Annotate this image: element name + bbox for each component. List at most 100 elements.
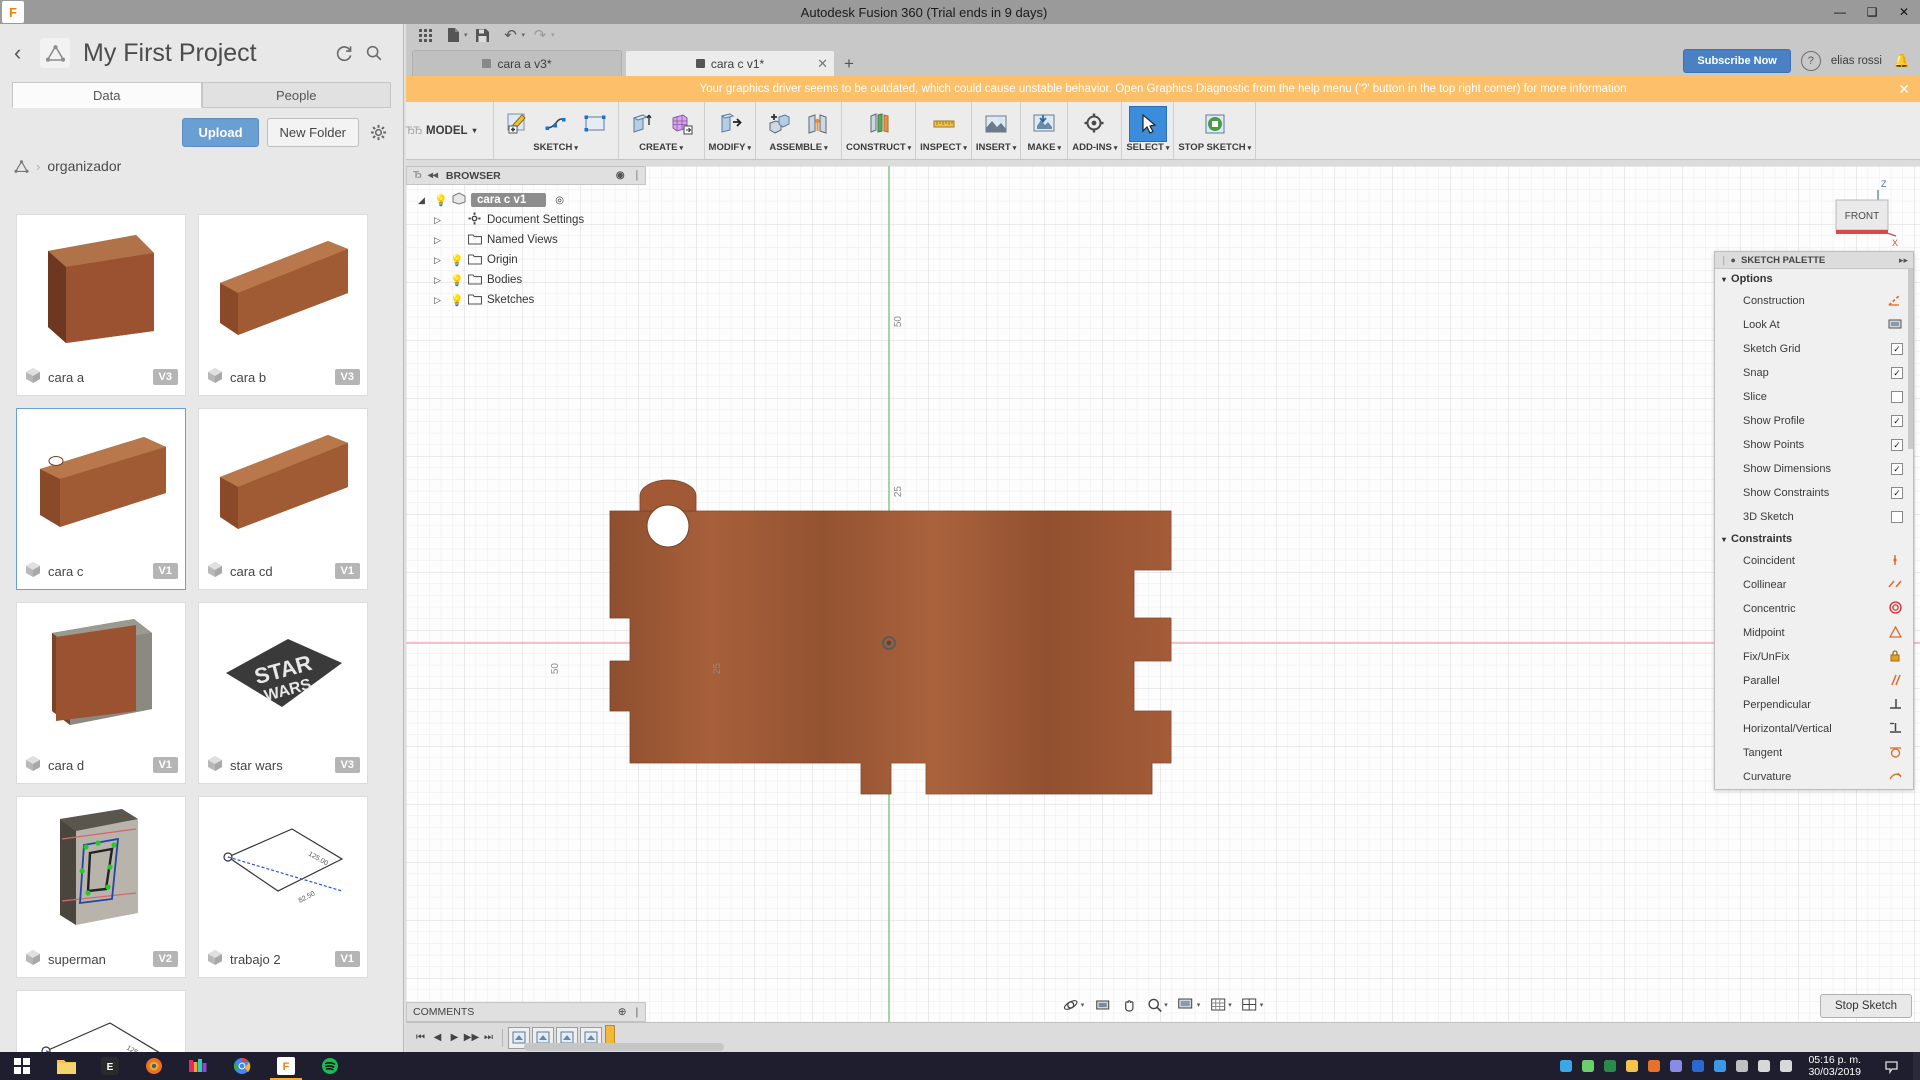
timeline-first-button[interactable]: ⏮ <box>412 1027 429 1049</box>
document-tab-active[interactable]: cara c v1* ✕ <box>625 50 835 76</box>
palette-row-horizontal-vertical[interactable]: Horizontal/Vertical <box>1715 717 1913 741</box>
joint-icon[interactable] <box>799 106 837 142</box>
usb-icon[interactable] <box>1735 1059 1750 1074</box>
pan-icon[interactable] <box>1116 994 1140 1016</box>
browser-node-named-views[interactable]: ▷ Named Views <box>406 230 646 250</box>
thumbnail-item[interactable]: superman V2 <box>16 796 186 978</box>
timeline-scrollbar[interactable] <box>524 1043 724 1051</box>
vlc-icon[interactable] <box>1647 1059 1662 1074</box>
scripts-addins-icon[interactable] <box>1076 106 1114 142</box>
look-at-icon[interactable] <box>1090 994 1114 1016</box>
palette-row-collinear[interactable]: Collinear <box>1715 573 1913 597</box>
palette-menu-icon[interactable]: ● <box>1731 255 1736 265</box>
expand-caret-icon[interactable]: ▷ <box>434 295 445 306</box>
maximize-button[interactable]: ❑ <box>1856 0 1888 24</box>
3d-print-icon[interactable] <box>1025 106 1063 142</box>
ribbon-group-label[interactable]: CREATE ▾ <box>639 142 683 155</box>
orbit-icon[interactable]: ▾ <box>1059 994 1089 1016</box>
palette-row-show-profile[interactable]: Show Profile ✓ <box>1715 409 1913 433</box>
palette-row-coincident[interactable]: Coincident <box>1715 549 1913 573</box>
measure-icon[interactable] <box>925 106 963 142</box>
ribbon-group-label[interactable]: SELECT ▾ <box>1126 142 1169 155</box>
visibility-bulb-icon[interactable]: 💡 <box>434 194 448 207</box>
revolve-pattern-icon[interactable] <box>662 106 700 142</box>
ribbon-group-label[interactable]: INSERT ▾ <box>976 142 1016 155</box>
comments-resize-icon[interactable]: ❙ <box>633 1007 642 1018</box>
palette-row-slice[interactable]: Slice <box>1715 385 1913 409</box>
browser-node-sketches[interactable]: ▷ 💡 Sketches <box>406 290 646 310</box>
curvature-icon[interactable] <box>1887 770 1903 785</box>
file-explorer-icon[interactable] <box>44 1052 88 1080</box>
collinear-icon[interactable] <box>1887 578 1903 593</box>
minimize-button[interactable]: — <box>1824 0 1856 24</box>
browser-node-cara-c-v1[interactable]: ◢ 💡 cara c v1 ◎ <box>406 190 1920 210</box>
checkbox[interactable]: ✓ <box>1891 487 1903 499</box>
rectangle-icon[interactable] <box>576 106 614 142</box>
search-icon[interactable] <box>359 38 389 68</box>
breadcrumb-folder[interactable]: organizador <box>47 158 121 174</box>
expand-caret-icon[interactable]: ▷ <box>434 255 445 266</box>
app-grid-icon[interactable] <box>412 25 438 45</box>
parallel-icon[interactable] <box>1887 674 1903 689</box>
thumbnail-item[interactable]: cara c V1 <box>16 408 186 590</box>
browser-node-origin[interactable]: ▷ 💡 Origin <box>406 250 646 270</box>
thumbnail-item[interactable]: 125.00 82.50 trabajo 2 V1 <box>198 796 368 978</box>
close-warning-icon[interactable]: ✕ <box>1898 81 1910 98</box>
palette-scrollbar[interactable] <box>1908 269 1913 449</box>
grid-snaps-icon[interactable]: ▾ <box>1206 994 1236 1016</box>
new-folder-button[interactable]: New Folder <box>266 117 359 147</box>
ribbon-group-label[interactable]: STOP SKETCH ▾ <box>1178 142 1251 155</box>
palette-expand-icon[interactable]: ▸▸ <box>1899 255 1908 266</box>
gear-icon[interactable] <box>367 121 389 143</box>
checkbox[interactable]: ✓ <box>1891 463 1903 475</box>
timeline-last-button[interactable]: ⏭ <box>480 1027 497 1049</box>
save-icon[interactable] <box>470 25 496 45</box>
palette-row-tangent[interactable]: Tangent <box>1715 741 1913 765</box>
palette-row-construction[interactable]: Construction <box>1715 289 1913 313</box>
thumbnail-item[interactable]: cara a V3 <box>16 214 186 396</box>
timeline-prev-button[interactable]: ◀ <box>429 1027 446 1049</box>
user-name-label[interactable]: elias rossi <box>1831 55 1882 67</box>
taskbar-clock[interactable]: 05:16 p. m. 30/03/2019 <box>1800 1054 1869 1078</box>
shield-icon[interactable] <box>1669 1059 1684 1074</box>
epic-games-icon[interactable]: E <box>88 1052 132 1080</box>
comments-panel[interactable]: COMMENTS ⊕ ❙ <box>406 1002 646 1022</box>
display-settings-icon[interactable]: ▾ <box>1174 994 1205 1016</box>
colorful-app-icon[interactable] <box>176 1052 220 1080</box>
redo-icon[interactable]: ↷ <box>527 25 553 45</box>
bluetooth-icon[interactable] <box>1691 1059 1706 1074</box>
battery-icon[interactable] <box>1581 1059 1596 1074</box>
palette-row-sketch-grid[interactable]: Sketch Grid ✓ <box>1715 337 1913 361</box>
extrude-icon[interactable] <box>623 106 661 142</box>
close-tab-icon[interactable]: ✕ <box>817 56 828 72</box>
show-desktop-button[interactable] <box>1913 1052 1920 1080</box>
notification-icon[interactable] <box>1869 1052 1913 1080</box>
offset-plane-icon[interactable] <box>860 106 898 142</box>
drag-grip-icon[interactable]: ❘ <box>1720 255 1727 266</box>
concentric-icon[interactable] <box>1887 601 1903 617</box>
palette-row-3d-sketch[interactable]: 3D Sketch <box>1715 505 1913 529</box>
palette-row-fix-unfix[interactable]: Fix/UnFix <box>1715 645 1913 669</box>
thumbnail-item[interactable]: cara d V1 <box>16 602 186 784</box>
checkbox[interactable]: ✓ <box>1891 343 1903 355</box>
ribbon-group-label[interactable]: ADD-INS ▾ <box>1072 142 1117 155</box>
palette-row-midpoint[interactable]: Midpoint <box>1715 621 1913 645</box>
design-canvas[interactable]: 50 25 50 25 Ђ ◂◂ BROWSER ◉ ❘ ◢ 💡 cara c v1… <box>406 166 1920 1022</box>
refresh-icon[interactable] <box>329 38 359 68</box>
visibility-bulb-icon[interactable]: 💡 <box>450 274 464 287</box>
palette-row-concentric[interactable]: Concentric <box>1715 597 1913 621</box>
palette-row-look-at[interactable]: Look At <box>1715 313 1913 337</box>
palette-row-perpendicular[interactable]: Perpendicular <box>1715 693 1913 717</box>
zoom-icon[interactable]: ▾ <box>1142 994 1172 1016</box>
browser-collapse-icon[interactable]: ◂◂ <box>428 170 438 181</box>
close-button[interactable]: ✕ <box>1888 0 1920 24</box>
press-pull-icon[interactable] <box>711 106 749 142</box>
ribbon-group-label[interactable]: ASSEMBLE ▾ <box>769 142 827 155</box>
node-visibility-icon[interactable]: ◎ <box>555 195 564 206</box>
palette-section-constraints[interactable]: ▾ Constraints <box>1715 529 1913 549</box>
checkbox[interactable] <box>1891 511 1903 523</box>
expand-caret-icon[interactable]: ▷ <box>434 275 445 286</box>
upload-button[interactable]: Upload <box>182 117 259 147</box>
timeline-play-button[interactable]: ▶ <box>446 1027 463 1049</box>
help-circle-icon[interactable]: ? <box>1800 51 1821 71</box>
